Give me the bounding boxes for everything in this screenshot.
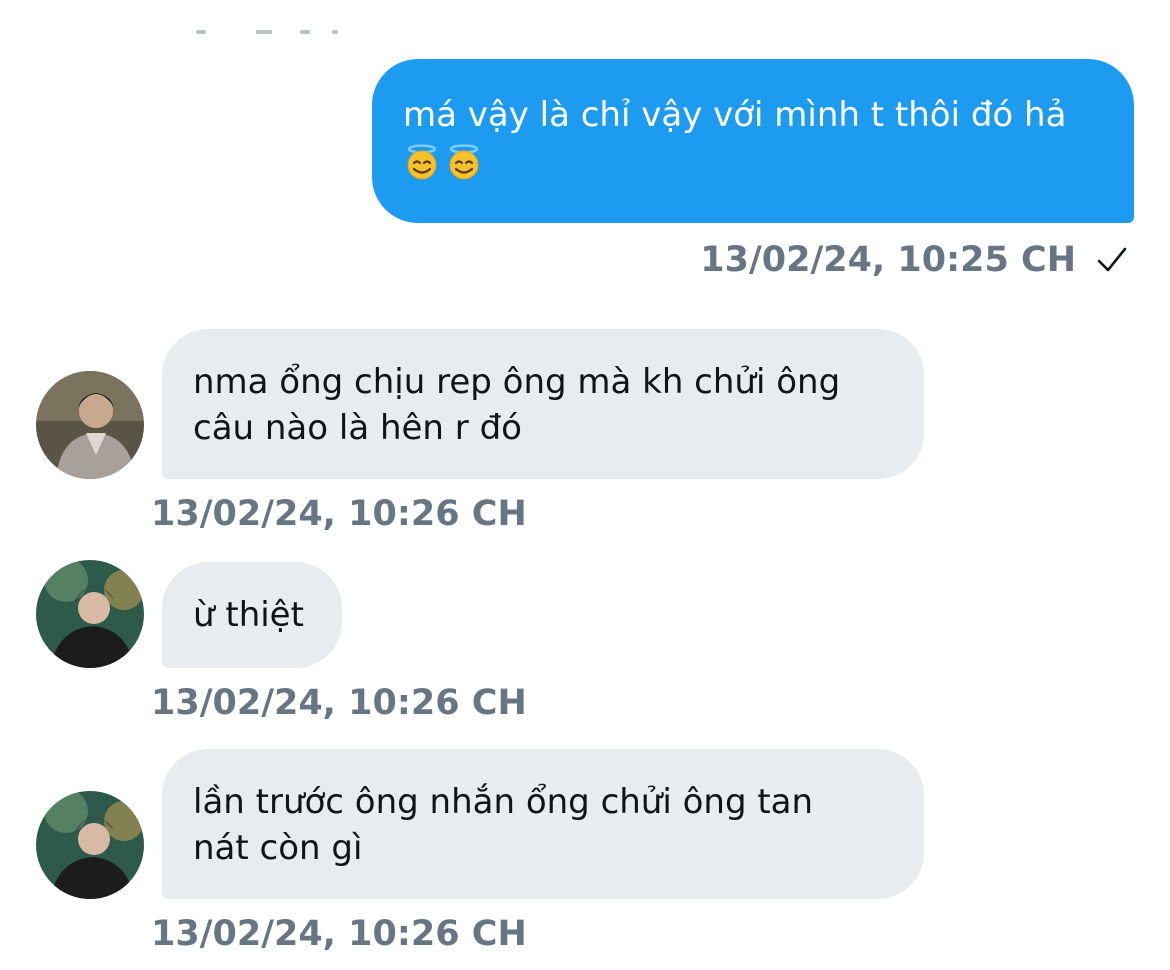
- avatar-photo-icon: [36, 560, 144, 668]
- sent-message-bubble[interactable]: má vậy là chỉ vậy với mình t thôi đó hả: [372, 59, 1134, 223]
- avatar-photo-icon: [36, 371, 144, 479]
- sender-avatar[interactable]: [36, 371, 144, 479]
- check-icon: [1097, 247, 1127, 272]
- received-message-line: nát còn gì: [193, 828, 363, 868]
- received-message-timestamp: 13/02/24, 10:26 CH: [151, 914, 527, 954]
- received-message-line: câu nào là hên r đó: [193, 408, 522, 448]
- sender-avatar[interactable]: [36, 560, 144, 668]
- sent-message-text: má vậy là chỉ vậy với mình t thôi đó hả: [403, 95, 1067, 135]
- received-message-bubble[interactable]: ừ thiệt: [162, 562, 342, 668]
- received-message-line: nma ổng chịu rep ông mà kh chửi ông: [193, 362, 841, 402]
- received-message-timestamp: 13/02/24, 10:26 CH: [151, 683, 527, 723]
- sender-avatar[interactable]: [36, 791, 144, 899]
- received-message-line: ừ thiệt: [193, 595, 304, 635]
- cut-off-previous-timestamp: [190, 26, 350, 36]
- received-message-bubble[interactable]: lần trước ông nhắn ổng chửi ông tan nát …: [162, 749, 924, 899]
- smiling-face-with-halo-icon: [407, 144, 437, 180]
- received-message-line: lần trước ông nhắn ổng chửi ông tan: [193, 782, 814, 822]
- sent-message-timestamp: 13/02/24, 10:25 CH: [700, 240, 1076, 280]
- smiling-face-with-halo-icon: [449, 144, 479, 180]
- avatar-photo-icon: [36, 791, 144, 899]
- received-message-timestamp: 13/02/24, 10:26 CH: [151, 494, 527, 534]
- received-message-bubble[interactable]: nma ổng chịu rep ông mà kh chửi ông câu …: [162, 329, 924, 479]
- emoji-row: [403, 143, 1104, 181]
